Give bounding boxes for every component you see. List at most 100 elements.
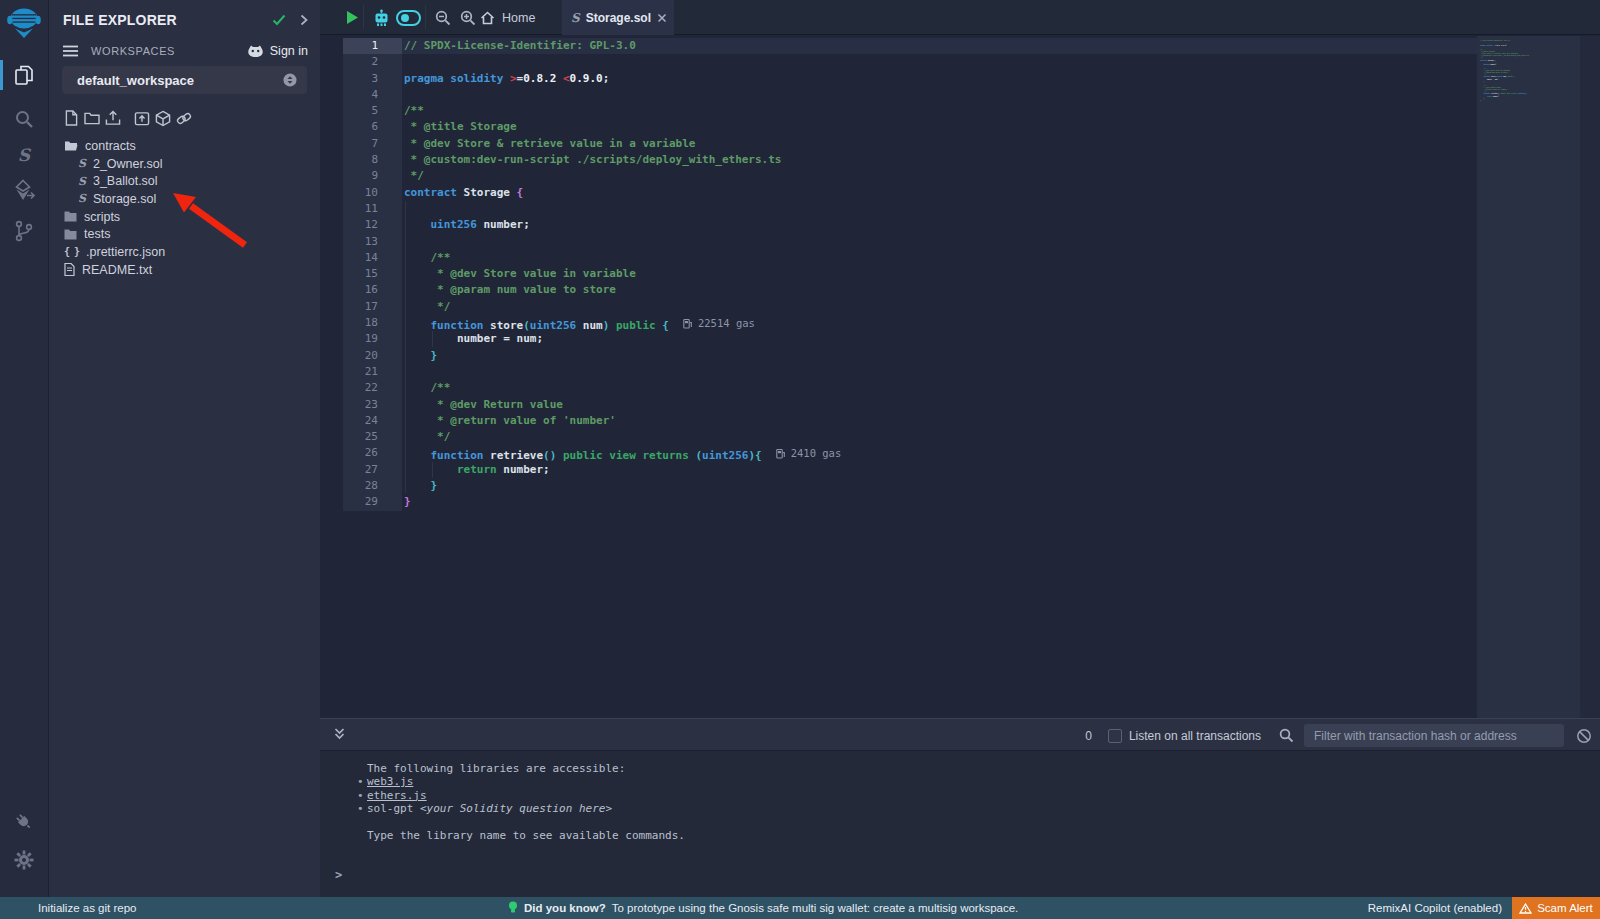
- workspace-select[interactable]: default_workspace: [62, 66, 307, 94]
- folder-icon: [64, 229, 77, 240]
- terminal-intro-line: The following libraries are accessible:: [320, 762, 1600, 775]
- code-line-21[interactable]: 21: [320, 364, 1477, 380]
- code-line-16[interactable]: 16 * @param num value to store: [320, 282, 1477, 298]
- init-git-repo-button[interactable]: Initialize as git repo: [38, 897, 136, 919]
- remix-logo[interactable]: [0, 6, 48, 40]
- line-number: 23: [343, 397, 402, 413]
- editor-scrollbar[interactable]: [1580, 36, 1600, 718]
- sidebar-item-deploy-run[interactable]: [0, 174, 48, 206]
- zoom-out-icon: [435, 10, 451, 26]
- deploy-icon: [13, 179, 35, 201]
- file-explorer-icon: [13, 63, 35, 87]
- code-editor[interactable]: 1// SPDX-License-Identifier: GPL-3.023pr…: [320, 36, 1600, 718]
- code-line-28[interactable]: 28 }: [320, 478, 1477, 494]
- code-line-10[interactable]: 10contract Storage {: [320, 185, 1477, 201]
- close-tab-icon[interactable]: [657, 13, 667, 23]
- minimap[interactable]: // SPDX-License-Identifier: GPL-3.0pragm…: [1477, 36, 1580, 718]
- line-number: 22: [343, 380, 402, 396]
- code-line-27[interactable]: 27 return number;: [320, 462, 1477, 478]
- github-icon: [247, 44, 264, 58]
- sidebar-item-solidity-compiler[interactable]: S: [0, 139, 48, 171]
- sign-in-button[interactable]: Sign in: [247, 44, 308, 58]
- code-line-18[interactable]: 18 function store(uint256 num) public {2…: [320, 315, 1477, 331]
- code-line-4[interactable]: 4: [320, 87, 1477, 103]
- chevron-right-icon[interactable]: [300, 14, 308, 26]
- hamburger-menu-icon[interactable]: [63, 45, 78, 57]
- code-line-29[interactable]: 29}: [320, 494, 1477, 510]
- sidebar-item-search[interactable]: [0, 103, 48, 135]
- editor-tabbar: Home S Storage.sol: [320, 0, 1600, 35]
- line-number: 26: [343, 445, 402, 461]
- terminal: 0 Listen on all transactions The followi…: [320, 718, 1600, 897]
- line-number: 27: [343, 462, 402, 478]
- code-line-1[interactable]: 1// SPDX-License-Identifier: GPL-3.0: [320, 38, 1477, 54]
- code-line-20[interactable]: 20 }: [320, 348, 1477, 364]
- tree-item-readme-txt[interactable]: README.txt: [49, 261, 320, 279]
- terminal-output[interactable]: The following libraries are accessible: •…: [320, 751, 1600, 897]
- workspace-sort-icon: [283, 73, 297, 87]
- collapse-terminal-icon[interactable]: [333, 727, 346, 745]
- home-icon: [480, 11, 495, 25]
- tree-item-2-owner-sol[interactable]: S2_Owner.sol: [49, 155, 320, 173]
- gas-estimate: 22514 gas: [683, 315, 755, 331]
- terminal-hint-line: Type the library name to see available c…: [320, 829, 1600, 842]
- terminal-prompt[interactable]: >: [335, 868, 342, 882]
- ai-copilot-button[interactable]: [370, 0, 392, 35]
- red-arrow-annotation: [161, 188, 257, 250]
- line-number: 28: [343, 478, 402, 494]
- scam-alert-button[interactable]: Scam Alert: [1512, 897, 1600, 919]
- robot-icon: [373, 9, 390, 27]
- code-line-5[interactable]: 5/**: [320, 103, 1477, 119]
- tree-item-label: .prettierrc.json: [86, 245, 165, 259]
- code-line-7[interactable]: 7 * @dev Store & retrieve value in a var…: [320, 136, 1477, 152]
- new-file-icon[interactable]: [63, 109, 79, 128]
- sidebar-item-git[interactable]: [0, 215, 48, 247]
- sol-icon: S: [78, 192, 86, 205]
- zoom-in-button[interactable]: [458, 0, 478, 35]
- transaction-filter-input[interactable]: [1304, 724, 1564, 747]
- code-line-13[interactable]: 13: [320, 234, 1477, 250]
- tree-item-label: 2_Owner.sol: [93, 157, 162, 171]
- run-script-button[interactable]: [339, 0, 365, 35]
- line-number: 16: [343, 282, 402, 298]
- sidebar-item-settings[interactable]: [0, 844, 48, 876]
- code-line-25[interactable]: 25 */: [320, 429, 1477, 445]
- sol-icon: S: [78, 175, 86, 188]
- tab-storage-sol[interactable]: S Storage.sol: [562, 0, 674, 35]
- code-line-23[interactable]: 23 * @dev Return value: [320, 397, 1477, 413]
- zoom-out-button[interactable]: [433, 0, 453, 35]
- sidebar-item-file-explorer[interactable]: [0, 59, 48, 91]
- code-line-8[interactable]: 8 * @custom:dev-run-script ./scripts/dep…: [320, 152, 1477, 168]
- upload-file-icon[interactable]: [105, 109, 121, 128]
- tab-home[interactable]: Home: [480, 0, 535, 35]
- lightbulb-icon: [508, 901, 518, 915]
- code-line-17[interactable]: 17 */: [320, 299, 1477, 315]
- listen-all-transactions-checkbox[interactable]: [1108, 729, 1122, 743]
- code-line-3[interactable]: 3pragma solidity >=0.8.2 <0.9.0;: [320, 71, 1477, 87]
- status-bar: Initialize as git repo Did you know? To …: [0, 897, 1600, 919]
- code-line-24[interactable]: 24 * @return value of 'number': [320, 413, 1477, 429]
- upload-folder-icon[interactable]: [134, 109, 150, 128]
- sidebar-item-plugin-manager[interactable]: [0, 806, 48, 838]
- code-line-11[interactable]: 11: [320, 201, 1477, 217]
- terminal-library-sol-gpt: •sol-gpt <your Solidity question here>: [320, 802, 1600, 815]
- line-number: 14: [343, 250, 402, 266]
- code-line-14[interactable]: 14 /**: [320, 250, 1477, 266]
- code-line-9[interactable]: 9 */: [320, 168, 1477, 184]
- code-line-2[interactable]: 2: [320, 54, 1477, 70]
- compile-check-icon[interactable]: [272, 14, 286, 26]
- copilot-status[interactable]: RemixAI Copilot (enabled): [1368, 897, 1502, 919]
- code-line-19[interactable]: 19 number = num;: [320, 331, 1477, 347]
- code-line-15[interactable]: 15 * @dev Store value in variable: [320, 266, 1477, 282]
- code-line-22[interactable]: 22 /**: [320, 380, 1477, 396]
- code-line-26[interactable]: 26 function retrieve() public view retur…: [320, 445, 1477, 461]
- load-cube-icon[interactable]: [155, 109, 171, 128]
- clear-console-icon[interactable]: [1576, 728, 1592, 744]
- terminal-search-icon[interactable]: [1279, 728, 1294, 743]
- code-line-12[interactable]: 12 uint256 number;: [320, 217, 1477, 233]
- new-folder-icon[interactable]: [84, 109, 100, 128]
- tree-item-contracts[interactable]: contracts: [49, 137, 320, 155]
- link-icon[interactable]: [176, 109, 192, 128]
- code-line-6[interactable]: 6 * @title Storage: [320, 119, 1477, 135]
- copilot-toggle[interactable]: [394, 0, 422, 35]
